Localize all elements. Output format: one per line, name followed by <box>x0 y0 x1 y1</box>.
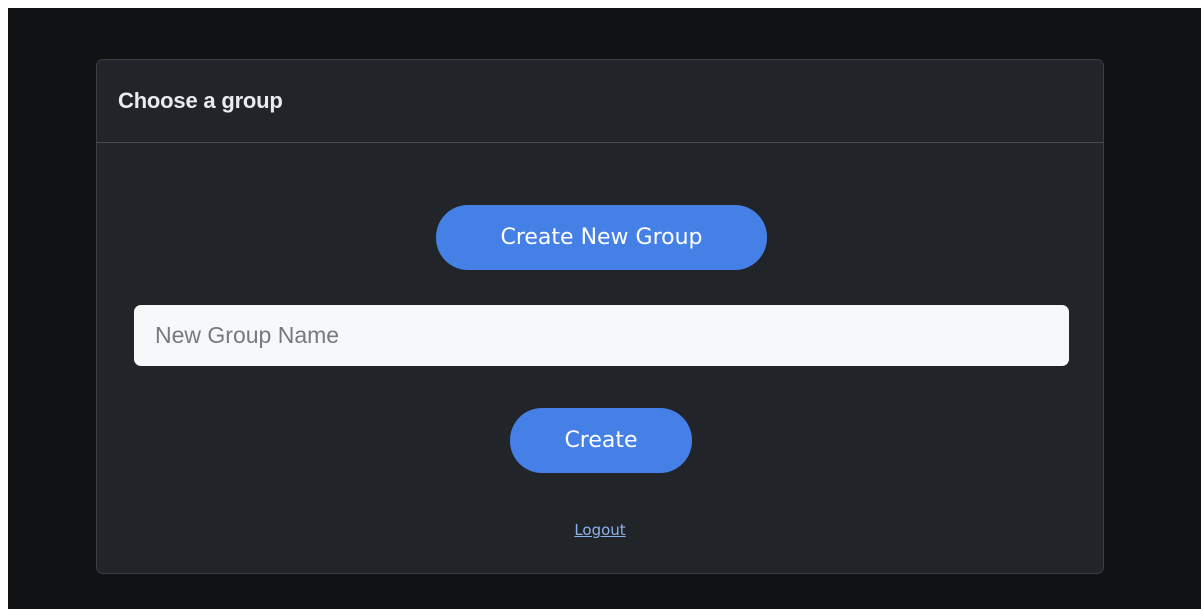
logout-link[interactable]: Logout <box>574 521 625 539</box>
logout-row: Logout <box>97 521 1103 539</box>
choose-group-card: Choose a group Create New Group Create L… <box>96 59 1104 574</box>
app-background: Choose a group Create New Group Create L… <box>8 8 1201 609</box>
create-button[interactable]: Create <box>510 408 692 473</box>
card-header: Choose a group <box>97 60 1103 143</box>
group-name-input[interactable] <box>134 305 1069 366</box>
card-title: Choose a group <box>118 88 283 113</box>
create-new-group-button[interactable]: Create New Group <box>436 205 767 270</box>
